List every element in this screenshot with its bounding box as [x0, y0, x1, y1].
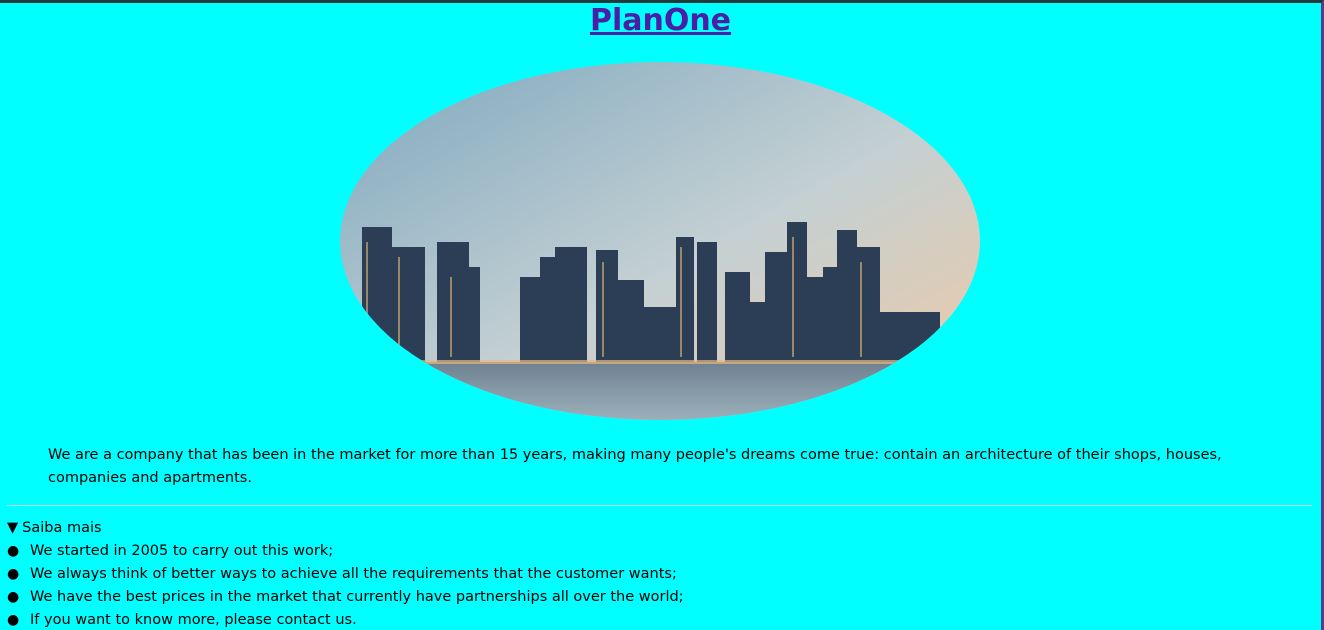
saiba-mais-label: Saiba mais — [22, 520, 102, 536]
bullet-icon: ● — [7, 543, 20, 559]
saiba-mais-toggle[interactable]: ▼ Saiba mais — [7, 517, 102, 539]
intro-text: We are a company that has been in the ma… — [48, 447, 1222, 486]
bullet-icon: ● — [7, 589, 20, 605]
title-link[interactable]: PlanOne — [590, 3, 731, 38]
list-item: ● We started in 2005 to carry out this wo… — [7, 540, 684, 563]
bullet-icon: ● — [7, 566, 20, 582]
details-list: ● We started in 2005 to carry out this wo… — [7, 540, 684, 630]
hero-image — [340, 62, 980, 420]
page-title: PlanOne — [0, 3, 1321, 39]
divider — [7, 505, 1312, 506]
bullet-icon: ● — [7, 612, 20, 628]
triangle-down-icon: ▼ — [7, 520, 19, 536]
list-item: ● If you want to know more, please contac… — [7, 609, 684, 630]
list-item: ● We have the best prices in the market t… — [7, 586, 684, 609]
list-item: ● We always think of better ways to achie… — [7, 563, 684, 586]
